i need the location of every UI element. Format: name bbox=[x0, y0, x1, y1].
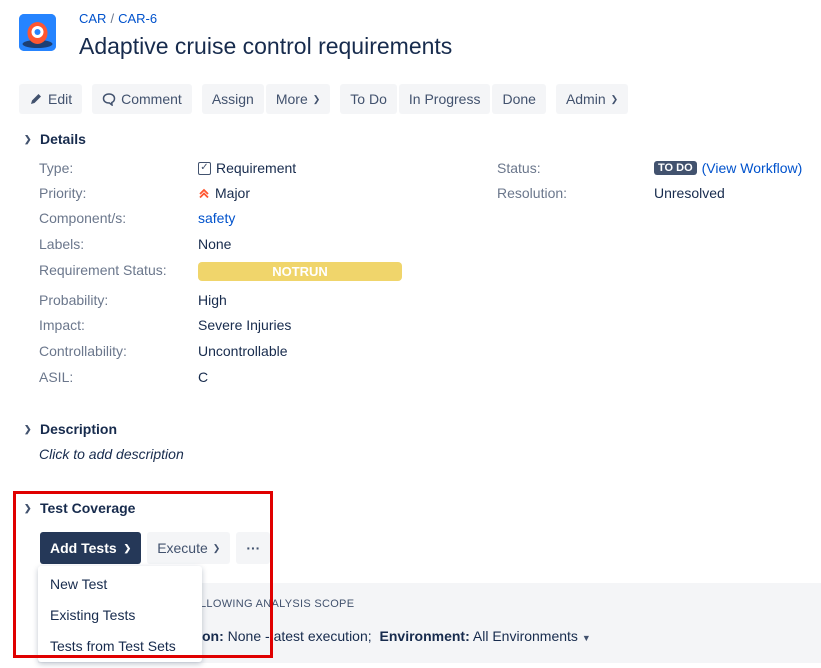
breadcrumb-separator: / bbox=[110, 11, 115, 26]
details-heading: Details bbox=[40, 131, 86, 147]
execute-button-label: Execute bbox=[157, 540, 208, 556]
scope-environment-value: All Environments bbox=[472, 628, 578, 644]
priority-value: Major bbox=[198, 185, 250, 201]
page-title: Adaptive cruise control requirements bbox=[79, 33, 453, 59]
issue-toolbar: Edit Comment Assign More ❯ To Do In Prog… bbox=[19, 83, 629, 115]
more-actions-button[interactable]: ··· bbox=[236, 532, 271, 564]
menu-item-existing-tests[interactable]: Existing Tests bbox=[50, 607, 135, 623]
test-coverage-section-toggle[interactable]: ❯ Test Coverage bbox=[24, 500, 135, 516]
admin-button[interactable]: Admin ❯ bbox=[555, 84, 629, 114]
more-button-label: More bbox=[275, 91, 308, 107]
chevron-down-icon: ❯ bbox=[610, 93, 619, 104]
scope-environment-label: Environment: bbox=[379, 628, 470, 644]
todo-transition-button[interactable]: To Do bbox=[340, 84, 397, 114]
impact-value: Severe Injuries bbox=[198, 317, 292, 333]
resolution-label: Resolution: bbox=[497, 185, 568, 201]
priority-major-icon bbox=[199, 188, 209, 199]
project-avatar[interactable] bbox=[19, 14, 56, 51]
assign-button[interactable]: Assign bbox=[201, 84, 264, 114]
status-badge: TO DO bbox=[654, 161, 697, 175]
chevron-down-icon: ❯ bbox=[24, 502, 32, 513]
status-value: TO DO (View Workflow) bbox=[654, 160, 802, 176]
type-value: ✓ Requirement bbox=[198, 160, 296, 176]
add-tests-button[interactable]: Add Tests ❯ bbox=[40, 532, 142, 564]
menu-item-tests-from-test-sets[interactable]: Tests from Test Sets bbox=[50, 638, 176, 654]
components-label: Component/s: bbox=[39, 210, 127, 226]
scope-latest-execution: atest execution; bbox=[273, 628, 372, 644]
impact-label: Impact: bbox=[39, 317, 85, 333]
chevron-down-icon: ❯ bbox=[24, 133, 32, 144]
comment-button-label: Comment bbox=[121, 91, 182, 107]
requirement-status-label: Requirement Status: bbox=[39, 262, 167, 278]
breadcrumb: CAR / CAR-6 bbox=[79, 11, 157, 26]
type-value-text: Requirement bbox=[216, 160, 297, 176]
probability-value: High bbox=[198, 292, 227, 308]
component-safety-link[interactable]: safety bbox=[198, 210, 235, 226]
chevron-down-icon: ❯ bbox=[312, 93, 321, 104]
requirement-status-badge: NOTRUN bbox=[198, 262, 402, 281]
more-button[interactable]: More ❯ bbox=[265, 84, 331, 114]
execute-button[interactable]: Execute ❯ bbox=[147, 532, 231, 564]
analysis-scope-title: LLOWING ANALYSIS SCOPE bbox=[200, 598, 355, 610]
breadcrumb-issue-link[interactable]: CAR-6 bbox=[118, 11, 157, 26]
comment-button[interactable]: Comment bbox=[92, 84, 192, 114]
labels-value: None bbox=[198, 236, 232, 252]
chevron-down-icon: ❯ bbox=[24, 423, 32, 434]
priority-label: Priority: bbox=[39, 185, 87, 201]
test-coverage-heading: Test Coverage bbox=[40, 500, 136, 516]
test-coverage-toolbar: Add Tests ❯ Execute ❯ ··· bbox=[40, 532, 271, 564]
description-section-toggle[interactable]: ❯ Description bbox=[24, 421, 117, 437]
edit-button[interactable]: Edit bbox=[19, 84, 83, 114]
controllability-value: Uncontrollable bbox=[198, 343, 288, 359]
controllability-label: Controllability: bbox=[39, 343, 127, 359]
breadcrumb-project-link[interactable]: CAR bbox=[79, 11, 106, 26]
edit-button-label: Edit bbox=[48, 91, 73, 107]
scope-version-prefix: on: bbox=[202, 628, 224, 644]
view-workflow-link[interactable]: (View Workflow) bbox=[702, 160, 803, 176]
type-label: Type: bbox=[39, 160, 74, 176]
add-tests-button-label: Add Tests bbox=[50, 540, 117, 556]
menu-item-new-test[interactable]: New Test bbox=[50, 576, 107, 592]
done-transition-button[interactable]: Done bbox=[492, 84, 546, 114]
add-tests-dropdown: New Test Existing Tests Tests from Test … bbox=[38, 566, 202, 662]
caret-down-icon: ▼ bbox=[581, 633, 591, 643]
description-placeholder[interactable]: Click to add description bbox=[39, 446, 184, 462]
asil-value: C bbox=[198, 369, 209, 385]
details-section-toggle[interactable]: ❯ Details bbox=[24, 131, 86, 147]
asil-label: ASIL: bbox=[39, 369, 74, 385]
admin-button-label: Admin bbox=[565, 91, 606, 107]
labels-label: Labels: bbox=[39, 236, 85, 252]
status-label: Status: bbox=[497, 160, 541, 176]
chevron-down-icon: ❯ bbox=[123, 542, 132, 553]
description-heading: Description bbox=[40, 421, 118, 437]
requirement-check-icon: ✓ bbox=[198, 161, 211, 175]
pencil-icon bbox=[31, 94, 41, 104]
priority-value-text: Major bbox=[215, 185, 251, 201]
probability-label: Probability: bbox=[39, 292, 109, 308]
analysis-scope-text[interactable]: on: None - atest execution; Environment:… bbox=[202, 628, 591, 644]
comment-icon bbox=[102, 93, 116, 106]
in-progress-transition-button[interactable]: In Progress bbox=[398, 84, 491, 114]
chevron-down-icon: ❯ bbox=[212, 542, 221, 553]
resolution-value: Unresolved bbox=[654, 185, 725, 201]
scope-version-value: None - bbox=[227, 628, 274, 644]
